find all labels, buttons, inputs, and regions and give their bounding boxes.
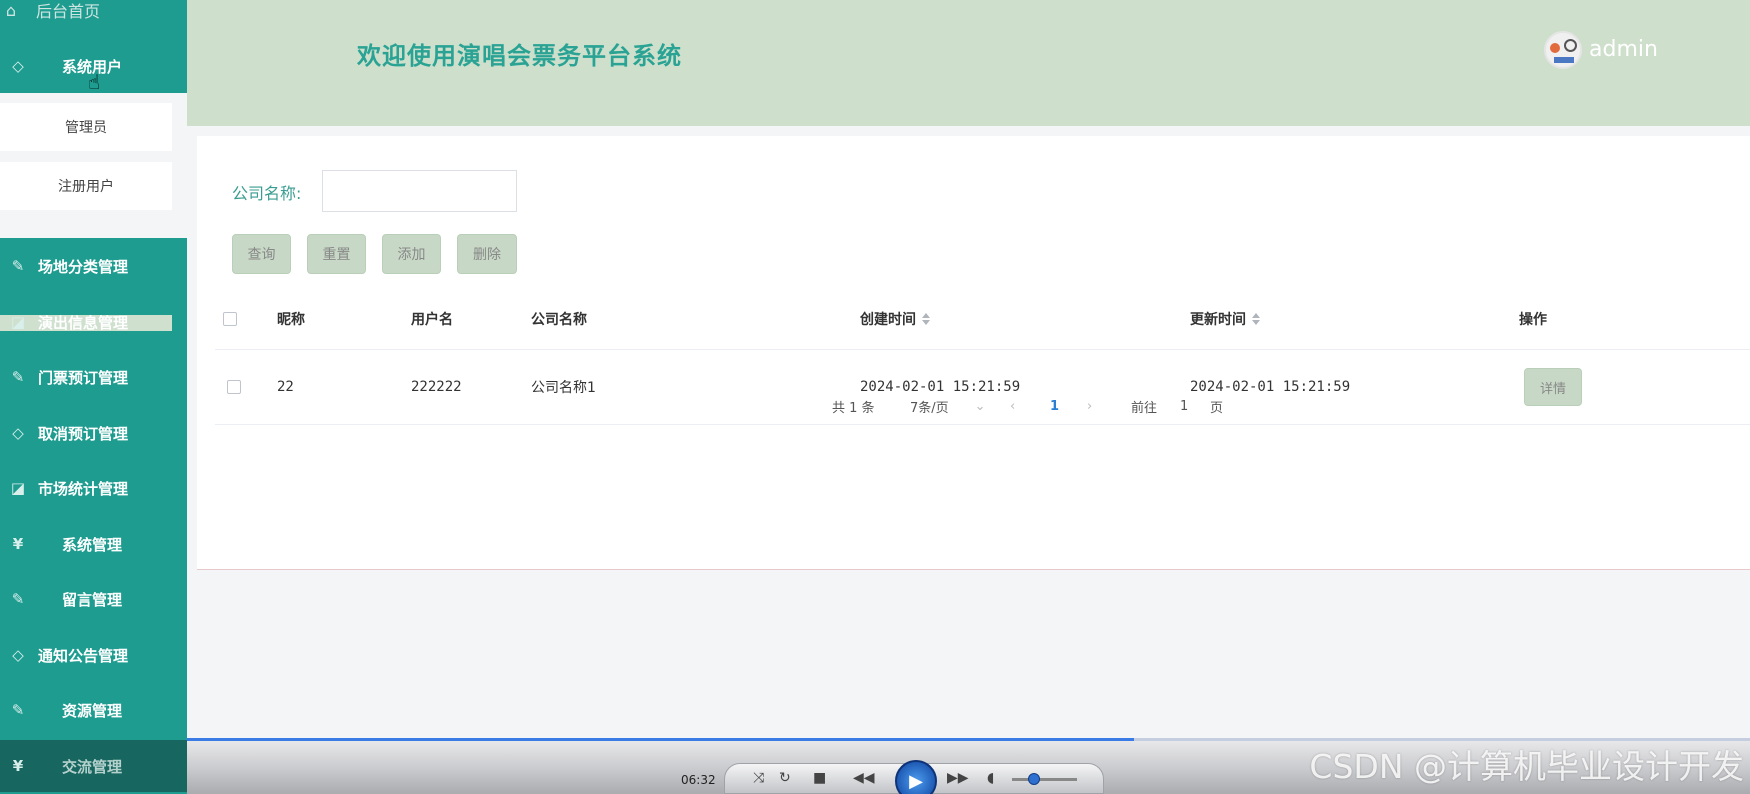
- page-unit-label: 页: [1210, 400, 1224, 416]
- home-icon: ⌂: [5, 0, 17, 20]
- volume-knob[interactable]: [1028, 773, 1040, 785]
- column-company: 公司名称: [531, 311, 587, 328]
- sidebar-item-market-stats[interactable]: ◪ 市场统计管理: [0, 462, 187, 514]
- shuffle-icon[interactable]: ⤨: [753, 770, 764, 786]
- prev-page-icon[interactable]: ‹: [1010, 394, 1015, 418]
- chart-icon: ◪: [10, 313, 26, 331]
- watermark: CSDN @计算机毕业设计开发: [1309, 747, 1744, 786]
- edit-icon: ✎: [11, 257, 25, 275]
- play-button[interactable]: ▶: [895, 760, 937, 794]
- sidebar-item-label: 门票预订管理: [38, 368, 129, 387]
- search-label: 公司名称:: [232, 184, 302, 203]
- rewind-icon[interactable]: ◀◀: [853, 770, 875, 786]
- sidebar-item-messages[interactable]: ✎ 留言管理: [0, 573, 187, 625]
- page-title: 欢迎使用演唱会票务平台系统: [357, 42, 682, 70]
- column-actions: 操作: [1519, 311, 1547, 328]
- volume-icon[interactable]: ◖: [987, 770, 994, 786]
- video-control-pod: ⤨ ↻ ■ ◀◀ ▶ ▶▶ ◖: [724, 760, 1104, 794]
- sidebar: ⌂ 后台首页 ◇ 系统用户 管理员 注册用户 ✎ 场地分类管理 ◪ 演出信息管理…: [0, 0, 187, 794]
- sidebar-item-label: 后台首页: [36, 2, 101, 21]
- sidebar-submenu: 管理员 注册用户: [0, 93, 187, 331]
- chevron-down-icon: ⌄: [974, 398, 986, 414]
- video-time: 06:32: [681, 773, 716, 787]
- sidebar-item-label: 场地分类管理: [38, 257, 129, 276]
- goto-page-input[interactable]: 1: [1180, 394, 1188, 418]
- column-updated-time[interactable]: 更新时间: [1190, 288, 1260, 349]
- diamond-icon: ◇: [12, 646, 24, 664]
- username[interactable]: admin: [1589, 37, 1658, 62]
- delete-button[interactable]: 删除: [457, 234, 517, 274]
- sidebar-item-home[interactable]: ⌂ 后台首页: [0, 0, 100, 24]
- reset-button[interactable]: 重置: [307, 234, 366, 274]
- cell-nickname: 22: [277, 379, 294, 395]
- column-nickname: 昵称: [277, 311, 305, 328]
- repeat-icon[interactable]: ↻: [779, 770, 791, 786]
- sidebar-item-label: 交流管理: [62, 757, 123, 776]
- sidebar-item-resources[interactable]: ✎ 资源管理: [0, 684, 187, 736]
- sort-icon[interactable]: [922, 312, 930, 325]
- page-size-select[interactable]: 7条/页 ⌄: [910, 394, 986, 418]
- sidebar-subitem-label: 注册用户: [58, 179, 114, 195]
- sidebar-item-cancel-booking[interactable]: ◇ 取消预订管理: [0, 407, 187, 459]
- sidebar-item-performance-info[interactable]: ◪ 演出信息管理: [0, 296, 187, 348]
- diamond-icon: ◇: [12, 57, 24, 75]
- pagination-total: 共 1 条: [832, 400, 875, 416]
- page-size-value: 7条/页: [910, 400, 949, 416]
- volume-slider[interactable]: [1012, 773, 1077, 785]
- sidebar-item-venue-category[interactable]: ✎ 场地分类管理: [0, 240, 187, 292]
- sidebar-item-system-management[interactable]: ¥ 系统管理: [0, 518, 187, 570]
- chart-icon: ◪: [10, 479, 26, 497]
- table-header: 昵称 用户名 公司名称 创建时间 更新时间 操作: [215, 288, 1750, 350]
- sidebar-item-exchange[interactable]: ¥ 交流管理: [0, 740, 187, 792]
- yen-icon: ¥: [12, 757, 24, 775]
- detail-button[interactable]: 详情: [1524, 368, 1582, 406]
- sidebar-item-label: 留言管理: [62, 590, 123, 609]
- column-username: 用户名: [411, 311, 453, 328]
- column-label: 更新时间: [1190, 311, 1246, 328]
- column-created-time[interactable]: 创建时间: [860, 288, 930, 349]
- sidebar-subitem-registered-users[interactable]: 注册用户: [0, 162, 172, 210]
- yen-icon: ¥: [12, 535, 24, 553]
- select-all-checkbox[interactable]: [223, 288, 237, 349]
- fast-forward-icon[interactable]: ▶▶: [947, 770, 969, 786]
- edit-icon: ✎: [11, 590, 25, 608]
- company-name-input[interactable]: [322, 170, 517, 212]
- sidebar-item-ticket-booking[interactable]: ✎ 门票预订管理: [0, 351, 187, 403]
- sidebar-item-label: 资源管理: [62, 701, 123, 720]
- column-label: 创建时间: [860, 311, 916, 328]
- cell-company: 公司名称1: [531, 380, 596, 396]
- diamond-icon: ◇: [12, 424, 24, 442]
- query-button[interactable]: 查询: [232, 234, 291, 274]
- hand-cursor-icon: ☝: [88, 70, 101, 94]
- page-number-current[interactable]: 1: [1050, 394, 1059, 418]
- sidebar-item-notices[interactable]: ◇ 通知公告管理: [0, 629, 187, 681]
- header: 欢迎使用演唱会票务平台系统 admin: [187, 0, 1750, 126]
- sidebar-item-label: 演出信息管理: [38, 313, 129, 332]
- next-page-icon[interactable]: ›: [1087, 394, 1092, 418]
- sidebar-item-label: 市场统计管理: [38, 479, 129, 498]
- sidebar-item-label: 取消预订管理: [38, 424, 129, 443]
- goto-label: 前往: [1131, 400, 1158, 416]
- cell-username: 222222: [411, 379, 462, 395]
- sort-icon[interactable]: [1252, 312, 1260, 325]
- stop-icon[interactable]: ■: [813, 770, 826, 786]
- edit-icon: ✎: [11, 701, 25, 719]
- row-checkbox[interactable]: [227, 350, 241, 424]
- add-button[interactable]: 添加: [382, 234, 441, 274]
- sidebar-subitem-label: 管理员: [65, 120, 107, 136]
- avatar[interactable]: [1544, 31, 1582, 69]
- sidebar-item-label: 系统管理: [62, 535, 123, 554]
- sidebar-item-label: 通知公告管理: [38, 646, 129, 665]
- edit-icon: ✎: [11, 368, 25, 386]
- sidebar-subitem-admin[interactable]: 管理员: [0, 103, 172, 151]
- main-card: 公司名称: 查询 重置 添加 删除 昵称 用户名 公司名称 创建时间 更新时间 …: [197, 136, 1750, 570]
